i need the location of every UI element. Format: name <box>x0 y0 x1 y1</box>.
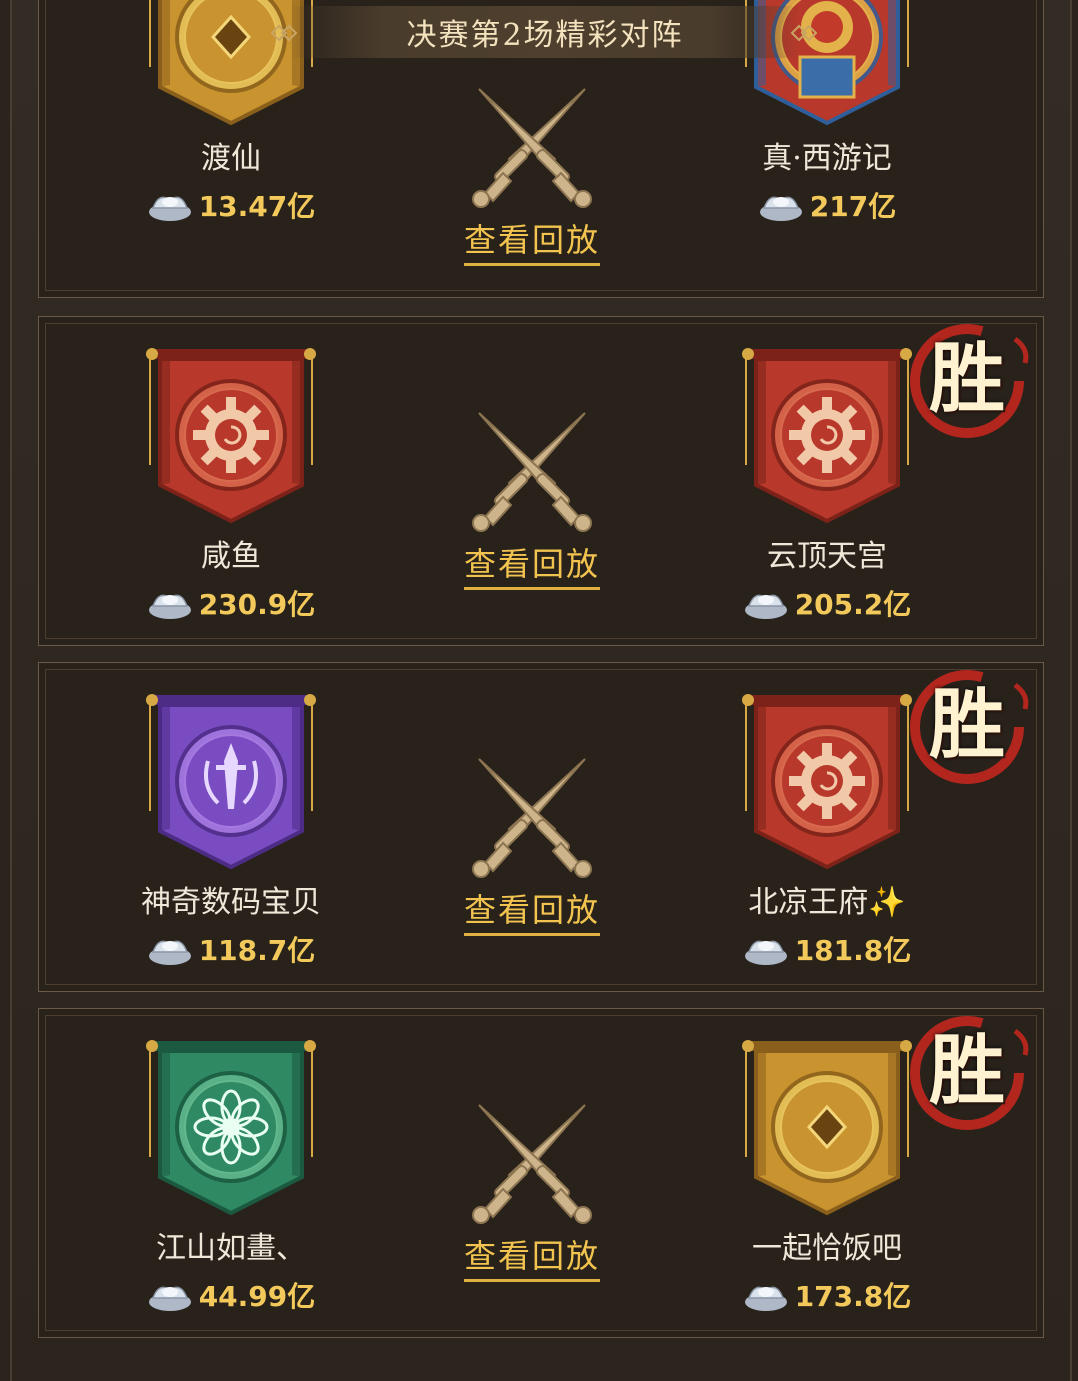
match-card: 江山如畫、 44.99亿 查看回放 一起恰饭吧 173.8亿 胜 <box>38 1008 1044 1338</box>
power-value: 217亿 <box>809 190 897 223</box>
team-power: 230.9亿 <box>81 583 381 623</box>
team-name: 江山如畫、 <box>156 1231 306 1266</box>
replay-button[interactable]: 查看回放 <box>463 1231 600 1282</box>
power-value: 173.8亿 <box>794 1280 912 1313</box>
guild-banner-icon <box>742 1040 912 1216</box>
team-power: 217亿 <box>677 185 977 225</box>
match-card: 咸鱼 230.9亿 查看回放 云顶天宫 205.2亿 胜 <box>38 316 1044 646</box>
guild-banner-icon <box>742 694 912 870</box>
guild-banner-icon <box>742 348 912 524</box>
versus-block: 查看回放 <box>457 81 607 266</box>
win-label: 胜 <box>929 334 1005 423</box>
versus-block: 查看回放 <box>457 1097 607 1282</box>
team-power: 118.7亿 <box>81 929 381 969</box>
power-value: 205.2亿 <box>794 588 912 621</box>
replay-button[interactable]: 查看回放 <box>463 539 600 590</box>
team-name: 北凉王府✨ <box>748 885 906 920</box>
team-left: 神奇数码宝贝 118.7亿 <box>81 691 381 969</box>
versus-block: 查看回放 <box>457 405 607 590</box>
team-power: 173.8亿 <box>677 1275 977 1315</box>
win-stamp: 胜 <box>897 1011 1037 1151</box>
crossed-swords-icon <box>472 758 592 878</box>
team-right: 北凉王府✨ 181.8亿 <box>677 691 977 969</box>
power-value: 13.47亿 <box>198 190 316 223</box>
team-name: 神奇数码宝贝 <box>141 885 321 920</box>
ornament-icon <box>790 24 818 42</box>
replay-button[interactable]: 查看回放 <box>463 215 600 266</box>
power-value: 181.8亿 <box>794 934 912 967</box>
team-name: 渡仙 <box>201 141 261 176</box>
ornament-icon <box>270 24 298 42</box>
silver-ingot-icon <box>744 1286 787 1311</box>
win-label: 胜 <box>929 680 1005 769</box>
team-name: 真·西游记 <box>762 141 892 176</box>
versus-block: 查看回放 <box>457 751 607 936</box>
crossed-swords-icon <box>472 412 592 532</box>
power-value: 44.99亿 <box>198 1280 316 1313</box>
team-right: 云顶天宫 205.2亿 <box>677 345 977 623</box>
team-power: 205.2亿 <box>677 583 977 623</box>
team-power: 44.99亿 <box>81 1275 381 1315</box>
silver-ingot-icon <box>148 196 191 221</box>
silver-ingot-icon <box>148 1286 191 1311</box>
team-power: 181.8亿 <box>677 929 977 969</box>
silver-ingot-icon <box>148 940 191 965</box>
silver-ingot-icon <box>759 196 802 221</box>
crossed-swords-icon <box>472 1104 592 1224</box>
team-power: 13.47亿 <box>81 185 381 225</box>
team-name: 一起恰饭吧 <box>752 1231 902 1266</box>
match-card: 神奇数码宝贝 118.7亿 查看回放 北凉王府✨ 181.8亿 胜 <box>38 662 1044 992</box>
team-right: 一起恰饭吧 173.8亿 <box>677 1037 977 1315</box>
power-value: 230.9亿 <box>198 588 316 621</box>
guild-banner-icon <box>146 694 316 870</box>
guild-banner-icon <box>146 1040 316 1216</box>
replay-button[interactable]: 查看回放 <box>463 885 600 936</box>
power-value: 118.7亿 <box>198 934 316 967</box>
win-label: 胜 <box>929 1026 1005 1115</box>
crossed-swords-icon <box>472 88 592 208</box>
silver-ingot-icon <box>744 594 787 619</box>
silver-ingot-icon <box>148 594 191 619</box>
match-header: 决赛第2场精彩对阵 <box>270 6 818 58</box>
guild-banner-icon <box>146 348 316 524</box>
team-left: 咸鱼 230.9亿 <box>81 345 381 623</box>
team-left: 江山如畫、 44.99亿 <box>81 1037 381 1315</box>
silver-ingot-icon <box>744 940 787 965</box>
match-title: 决赛第2场精彩对阵 <box>406 18 684 53</box>
win-stamp: 胜 <box>897 319 1037 459</box>
team-name: 云顶天宫 <box>767 539 887 574</box>
win-stamp: 胜 <box>897 665 1037 805</box>
team-name: 咸鱼 <box>201 539 261 574</box>
